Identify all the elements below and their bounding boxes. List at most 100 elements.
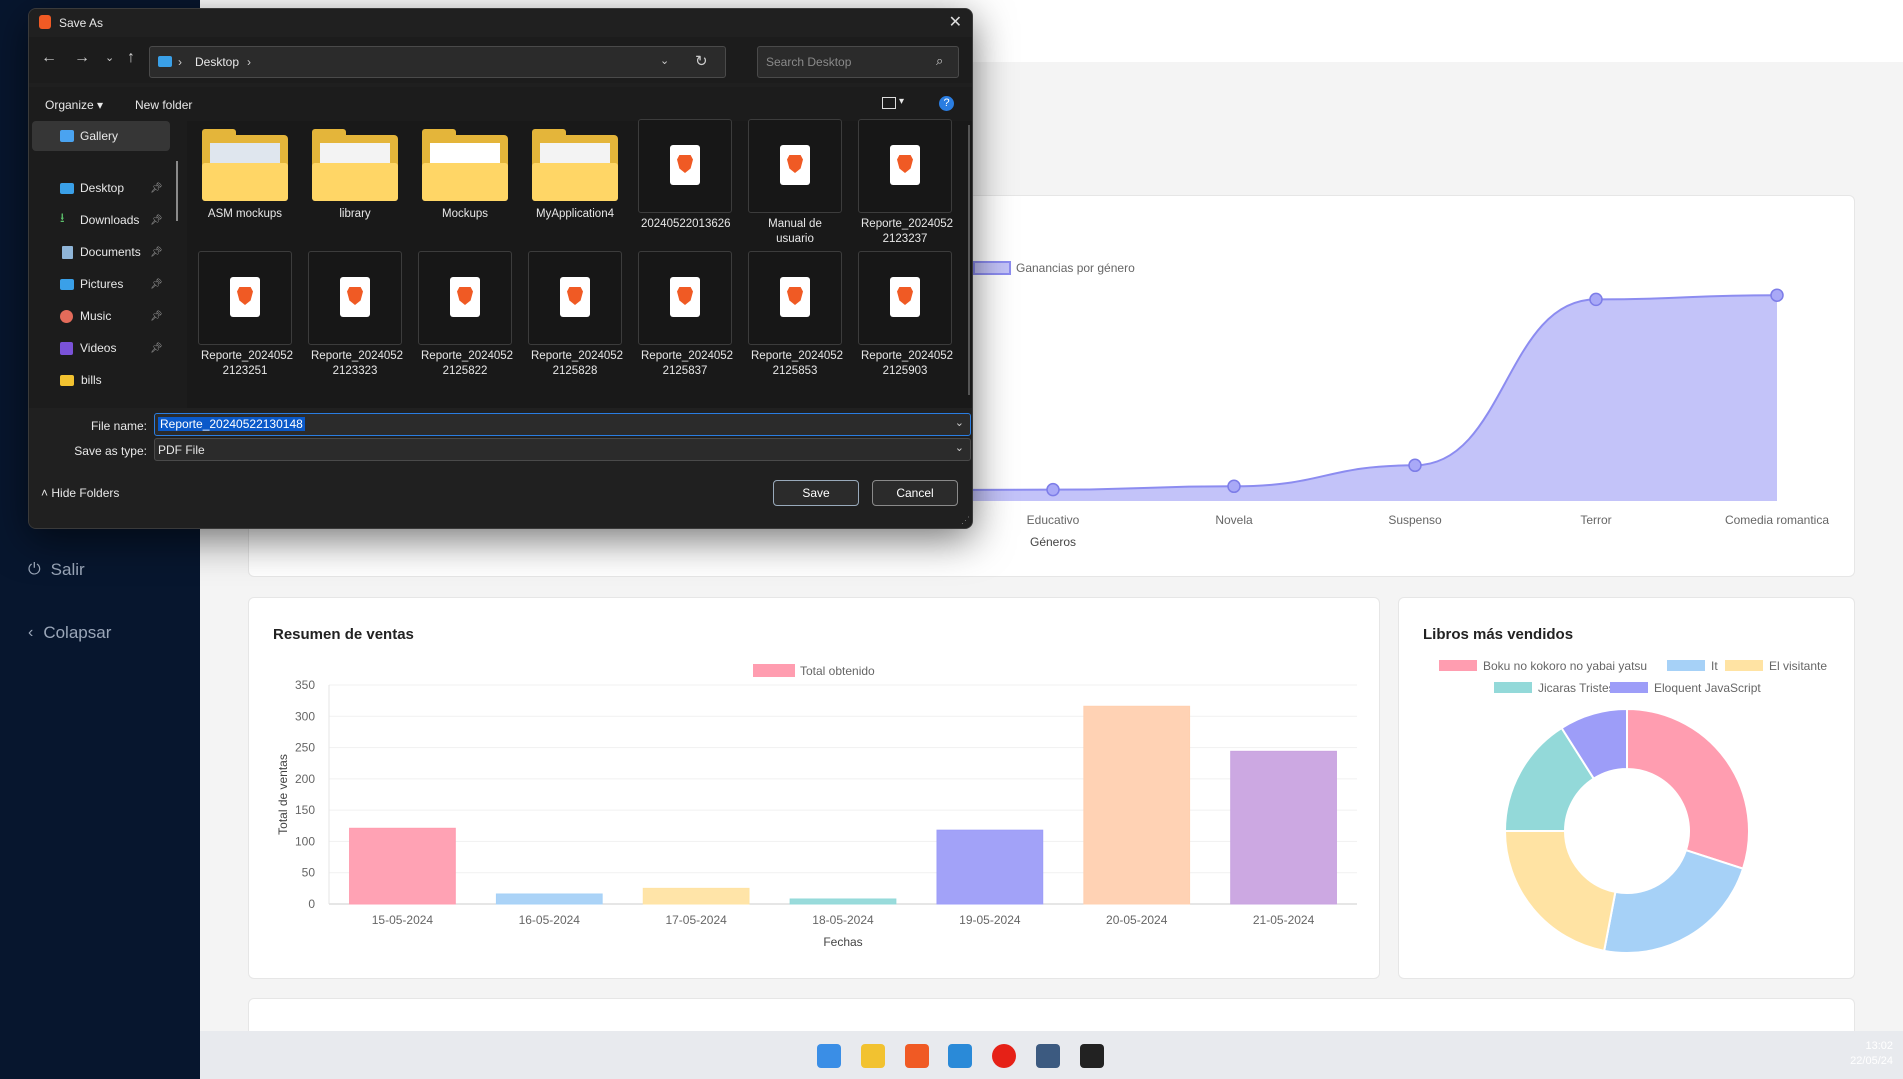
save-type-select[interactable]: PDF File ⌄ (154, 438, 971, 461)
file-item[interactable]: Reporte_2024052 2123251 (195, 251, 295, 379)
file-item[interactable]: Reporte_2024052 2125837 (635, 251, 735, 379)
folder-item[interactable]: ASM mockups (195, 121, 295, 222)
pdf-file-icon (858, 251, 952, 345)
address-dropdown-icon[interactable]: ⌄ (660, 54, 669, 67)
pin-icon: 📌︎ (150, 342, 163, 354)
pin-icon: 📌︎ (150, 310, 163, 322)
sales-y-tick-0: 0 (308, 897, 315, 911)
nav-scrollbar[interactable] (176, 161, 178, 221)
genre-x-tick-3: Terror (1580, 513, 1611, 527)
brave-browser-icon[interactable] (905, 1044, 929, 1068)
nav-item-documents[interactable]: Documents 📌︎ (29, 237, 179, 267)
dialog-titlebar: Save As ✕ (29, 9, 972, 37)
view-dropdown-icon[interactable]: ▾ (899, 96, 904, 107)
sales-x-tick-4: 19-05-2024 (959, 913, 1021, 927)
pin-icon: 📌︎ (150, 278, 163, 290)
file-list-scrollbar[interactable] (968, 125, 970, 395)
close-icon[interactable]: ✕ (949, 12, 962, 32)
organize-button[interactable]: Organize ▾ (45, 98, 103, 112)
folder-item[interactable]: Mockups (415, 121, 515, 222)
sales-y-axis-label: Total de ventas (276, 754, 290, 835)
collapse-item[interactable]: ‹ Colapsar (28, 623, 111, 643)
forward-arrow-icon[interactable]: → (74, 49, 90, 67)
dialog-title: Save As (59, 16, 104, 30)
chevron-left-icon: ‹ (28, 624, 34, 641)
pdf-file-icon (748, 251, 842, 345)
sales-bar-6 (1230, 750, 1337, 905)
file-item[interactable]: Reporte_2024052 2125853 (745, 251, 845, 379)
up-arrow-icon[interactable]: ↑ (127, 49, 135, 67)
breadcrumb-desktop[interactable]: Desktop (195, 55, 239, 69)
pdf-file-icon (308, 251, 402, 345)
sales-y-tick-1: 50 (302, 866, 316, 880)
new-folder-button[interactable]: New folder (135, 98, 192, 112)
back-arrow-icon[interactable]: ← (41, 49, 57, 67)
recent-dropdown-icon[interactable]: ⌄ (105, 51, 114, 64)
file-name-label: File name: (90, 419, 147, 433)
doughnut-legend-label-4: Eloquent JavaScript (1654, 681, 1761, 695)
refresh-icon[interactable]: ↻ (695, 52, 708, 70)
save-type-dropdown-icon[interactable]: ⌄ (955, 441, 964, 454)
windows-start-icon[interactable] (817, 1044, 841, 1068)
vscode-icon[interactable] (948, 1044, 972, 1068)
sales-y-tick-5: 250 (295, 741, 315, 755)
file-name-label: Manual de usuario (768, 218, 822, 245)
file-item[interactable]: Reporte_2024052 2125828 (525, 251, 625, 379)
save-button[interactable]: Save (773, 480, 859, 506)
desktop-icon (60, 182, 74, 194)
sales-x-tick-0: 15-05-2024 (372, 913, 434, 927)
breadcrumb-chevron-icon[interactable]: › (247, 55, 251, 69)
pdf-file-icon (638, 251, 732, 345)
folder-item[interactable]: MyApplication4 (525, 121, 625, 222)
music-icon (60, 309, 73, 323)
nav-item-music[interactable]: Music 📌︎ (29, 301, 179, 331)
power-icon: ⏻ (28, 561, 41, 578)
documents-icon (62, 245, 73, 259)
top-books-card: Libros más vendidos Boku no kokoro no ya… (1398, 597, 1855, 979)
file-name-dropdown-icon[interactable]: ⌄ (955, 416, 964, 429)
folder-item[interactable]: library (305, 121, 405, 222)
search-input[interactable]: Search Desktop ⌕ (757, 46, 959, 78)
file-item[interactable]: Reporte_2024052 2125822 (415, 251, 515, 379)
nav-item-desktop[interactable]: Desktop 📌︎ (29, 173, 179, 203)
genre-point-0 (1046, 482, 1060, 497)
nav-item-bills[interactable]: bills (29, 365, 179, 395)
file-item[interactable]: Reporte_2024052 2123237 (855, 119, 955, 247)
pdf-file-icon (198, 251, 292, 345)
folder-icon (422, 129, 508, 201)
figma-icon[interactable] (1080, 1044, 1104, 1068)
sales-legend-label: Total obtenido (800, 664, 875, 678)
resize-grip-icon[interactable]: ⋰ (961, 515, 970, 526)
logout-item[interactable]: ⏻ Salir (28, 560, 85, 580)
nav-item-downloads[interactable]: ⭳ Downloads 📌︎ (29, 205, 179, 235)
nav-item-pictures[interactable]: Pictures 📌︎ (29, 269, 179, 299)
file-name-input[interactable]: Reporte_20240522130148 ⌄ (154, 413, 971, 436)
nav-item-gallery[interactable]: Gallery (32, 121, 170, 151)
sales-bar-2 (642, 887, 750, 905)
file-name-value: Reporte_20240522130148 (158, 417, 305, 431)
file-name-label: Reporte_2024052 2123323 (311, 350, 404, 377)
clock[interactable]: 13:02 22/05/24 (1850, 1039, 1893, 1069)
file-list: ASM mockups library Mockups MyApplication4 2… (187, 119, 972, 408)
file-item[interactable]: 20240522013626 (635, 119, 735, 232)
sql-server-icon[interactable] (1036, 1044, 1060, 1068)
folder-icon (202, 129, 288, 201)
file-item[interactable]: Manual de usuario (745, 119, 845, 247)
youtube-music-icon[interactable] (992, 1044, 1016, 1068)
file-item[interactable]: Reporte_2024052 2123323 (305, 251, 405, 379)
genre-point-3 (1589, 292, 1603, 307)
navigation-pane: Gallery Desktop 📌︎ ⭳ Downloads 📌︎ Docume… (29, 121, 187, 408)
cancel-button[interactable]: Cancel (872, 480, 958, 506)
sales-x-axis-label: Fechas (823, 935, 862, 949)
hide-folders-toggle[interactable]: ˄ Hide Folders (41, 486, 119, 500)
sales-x-tick-1: 16-05-2024 (519, 913, 581, 927)
doughnut-slice-2 (1503, 830, 1617, 953)
nav-item-videos[interactable]: Videos 📌︎ (29, 333, 179, 363)
view-options-icon[interactable] (882, 97, 896, 109)
address-bar[interactable]: › Desktop › ⌄ ↻ (149, 46, 726, 78)
logout-label: Salir (50, 560, 85, 579)
pictures-icon (60, 278, 74, 290)
help-icon[interactable]: ? (939, 96, 954, 111)
file-item[interactable]: Reporte_2024052 2125903 (855, 251, 955, 379)
file-explorer-icon[interactable] (861, 1044, 885, 1068)
